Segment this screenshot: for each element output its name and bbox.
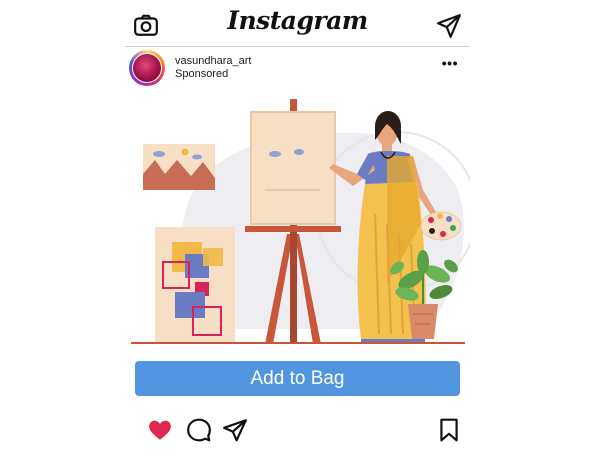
instagram-post-frame: Instagram vasundhara_art Sponsored ••• A…	[125, 0, 470, 457]
abstract-painting	[155, 227, 235, 342]
post-image	[131, 99, 470, 344]
post-username[interactable]: vasundhara_art	[175, 55, 251, 67]
avatar-image	[132, 53, 162, 83]
share-icon[interactable]	[222, 417, 248, 443]
landscape-painting	[143, 144, 215, 190]
more-options-icon[interactable]: •••	[442, 55, 458, 71]
send-icon[interactable]	[436, 13, 462, 39]
avatar[interactable]	[129, 50, 165, 86]
heart-icon[interactable]	[147, 417, 173, 443]
comment-icon[interactable]	[186, 417, 212, 443]
palette	[420, 211, 462, 241]
floor-line	[131, 342, 465, 344]
post-actions	[125, 414, 470, 444]
sponsored-label: Sponsored	[175, 68, 229, 80]
header-divider	[125, 46, 470, 47]
instagram-logo[interactable]: Instagram	[125, 6, 470, 35]
add-to-bag-button[interactable]: Add to Bag	[135, 361, 460, 396]
post-header: vasundhara_art Sponsored •••	[125, 49, 470, 89]
bookmark-icon[interactable]	[436, 417, 462, 443]
top-bar: Instagram	[125, 0, 470, 47]
